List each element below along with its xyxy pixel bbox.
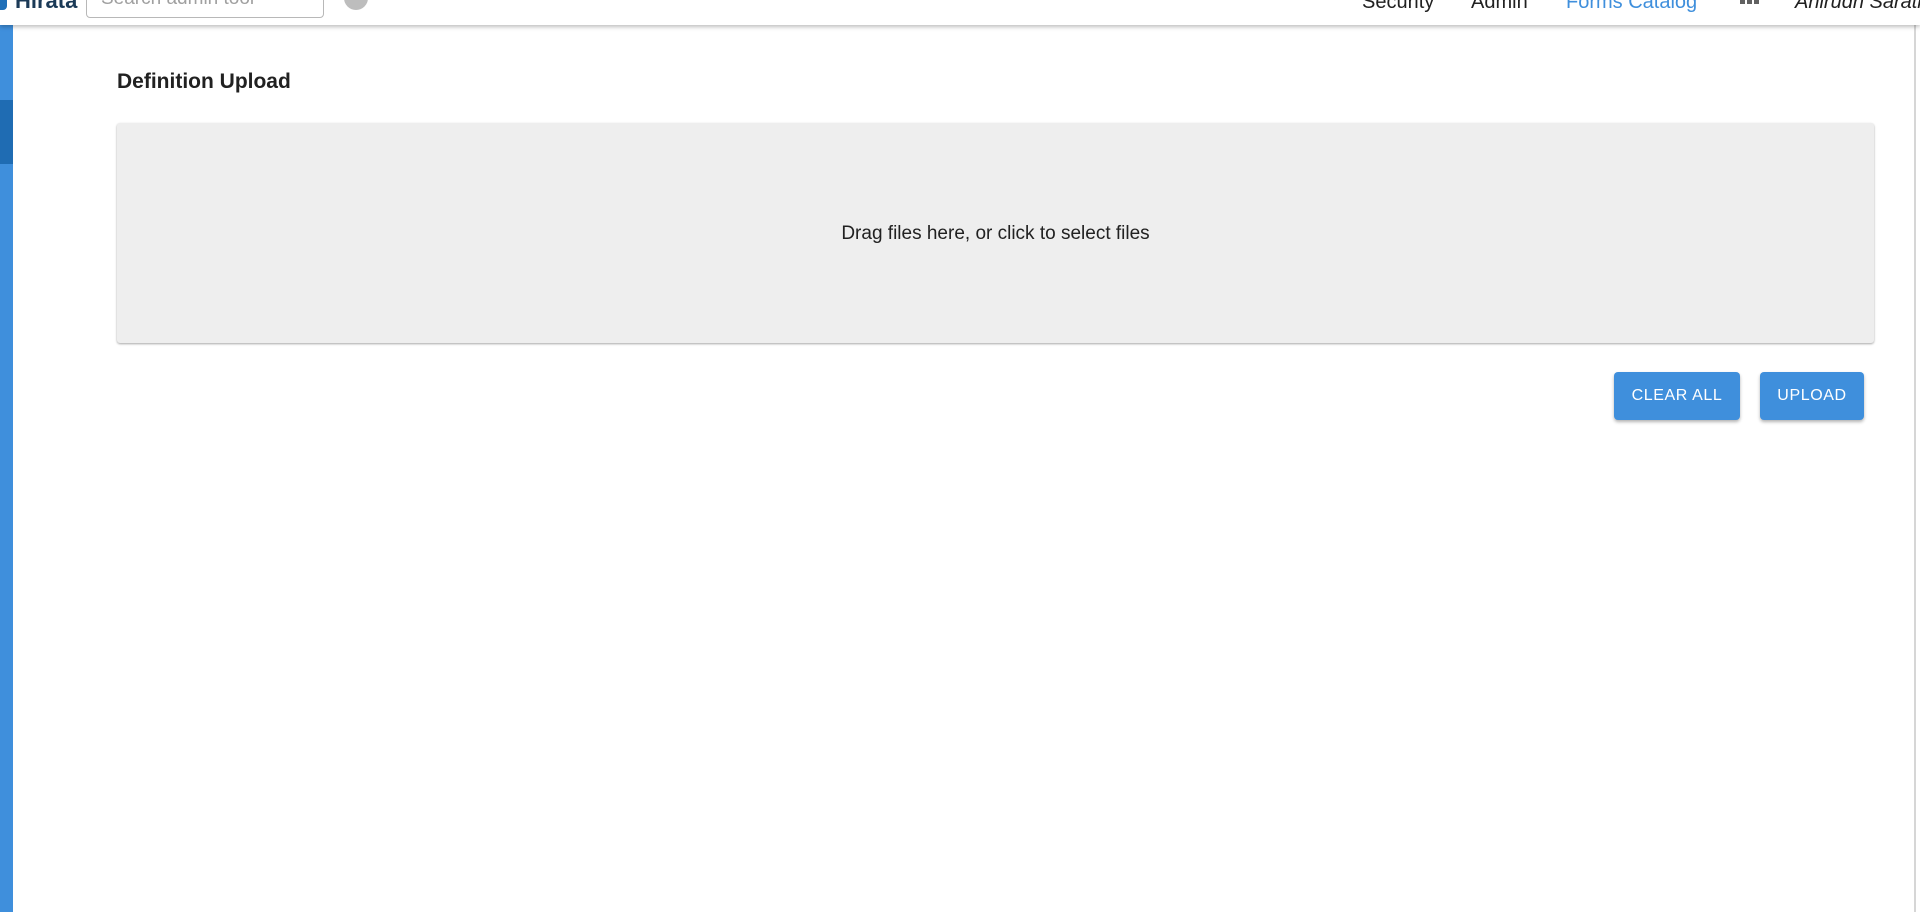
help-icon[interactable] (344, 0, 368, 10)
scrollbar-track[interactable] (1914, 25, 1916, 912)
side-rail-active-indicator[interactable] (0, 100, 13, 164)
nav-admin[interactable]: Admin (1471, 0, 1528, 14)
page-title: Definition Upload (117, 70, 291, 93)
brand-name: Hirata (15, 0, 78, 13)
nav-security[interactable]: Security (1362, 0, 1434, 14)
file-dropzone[interactable]: Drag files here, or click to select file… (117, 123, 1874, 343)
logo-icon (0, 0, 7, 10)
clear-all-button[interactable]: CLEAR ALL (1614, 372, 1740, 420)
apps-grid-icon[interactable] (1740, 0, 1760, 6)
upload-button[interactable]: UPLOAD (1760, 372, 1864, 420)
brand-logo[interactable]: Hirata (0, 0, 77, 16)
top-app-bar: Hirata Security Admin Forms Catalog Anir… (0, 0, 1920, 25)
search-input[interactable] (86, 0, 324, 18)
nav-forms-catalog[interactable]: Forms Catalog (1566, 0, 1697, 14)
dropzone-label: Drag files here, or click to select file… (841, 223, 1150, 244)
user-name[interactable]: Anirudh Sarath (1795, 0, 1920, 14)
